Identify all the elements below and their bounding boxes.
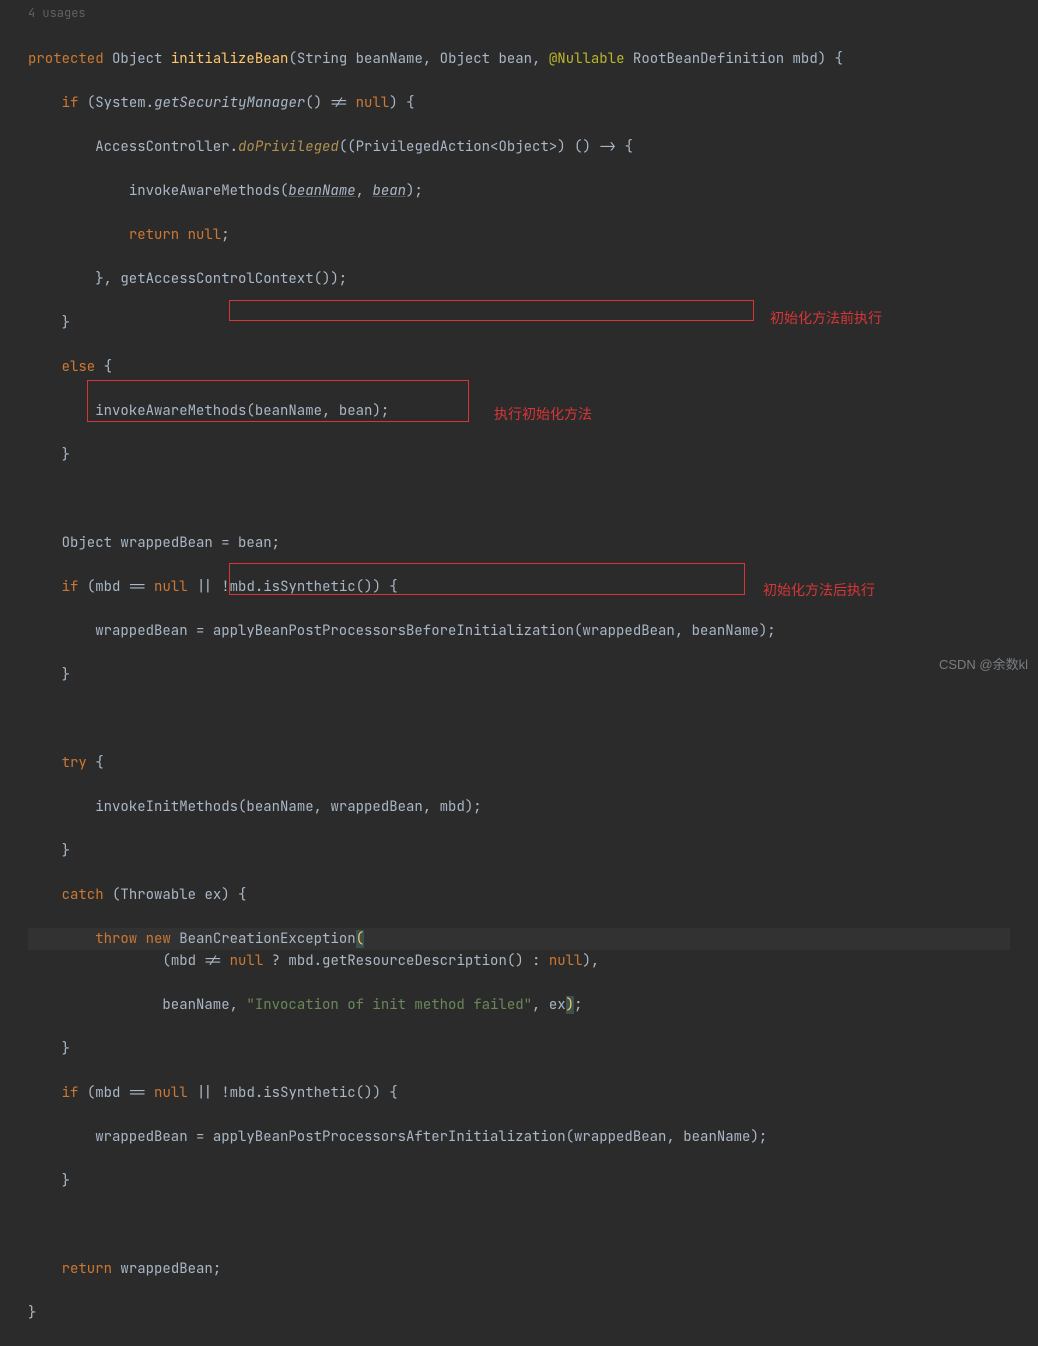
code-line: if (System.getSecurityManager() != null)… [28, 92, 1010, 114]
code-line: }, getAccessControlContext()); [28, 268, 1010, 290]
code-line: wrappedBean = applyBeanPostProcessorsAft… [28, 1126, 1010, 1148]
annotation-exec-init: 执行初始化方法 [494, 403, 592, 425]
code-line [28, 1214, 1010, 1236]
code-line: Object wrappedBean = bean; [28, 532, 1010, 554]
code-editor[interactable]: protected Object initializeBean(String b… [0, 26, 1038, 1346]
code-line: else { [28, 356, 1010, 378]
code-line: beanName, "Invocation of init method fai… [28, 994, 1010, 1016]
usages-label: 4 usages [0, 0, 1038, 26]
code-line: wrappedBean = applyBeanPostProcessorsBef… [28, 620, 1010, 642]
watermark: CSDN @余数kl [939, 654, 1028, 676]
code-line [28, 708, 1010, 730]
code-line: (mbd != null ? mbd.getResourceDescriptio… [28, 950, 1010, 972]
code-line: AccessController.doPrivileged((Privilege… [28, 136, 1010, 158]
code-line: return wrappedBean; [28, 1258, 1010, 1280]
code-line: } [28, 1170, 1010, 1192]
code-line: if (mbd == null || !mbd.isSynthetic()) { [28, 1082, 1010, 1104]
code-line: protected Object initializeBean(String b… [28, 48, 1010, 70]
code-line: try { [28, 752, 1010, 774]
code-line: catch (Throwable ex) { [28, 884, 1010, 906]
code-line: } [28, 664, 1010, 686]
code-line: throw new BeanCreationException( [28, 928, 1010, 950]
code-line: } [28, 840, 1010, 862]
code-line: } [28, 1302, 1010, 1324]
annotation-after-init: 初始化方法后执行 [763, 579, 875, 601]
code-line: invokeAwareMethods(beanName, bean); [28, 180, 1010, 202]
code-line: return null; [28, 224, 1010, 246]
code-line: invokeInitMethods(beanName, wrappedBean,… [28, 796, 1010, 818]
code-line [28, 488, 1010, 510]
code-line: } [28, 444, 1010, 466]
code-line: } [28, 1038, 1010, 1060]
annotation-before-init: 初始化方法前执行 [770, 307, 882, 329]
